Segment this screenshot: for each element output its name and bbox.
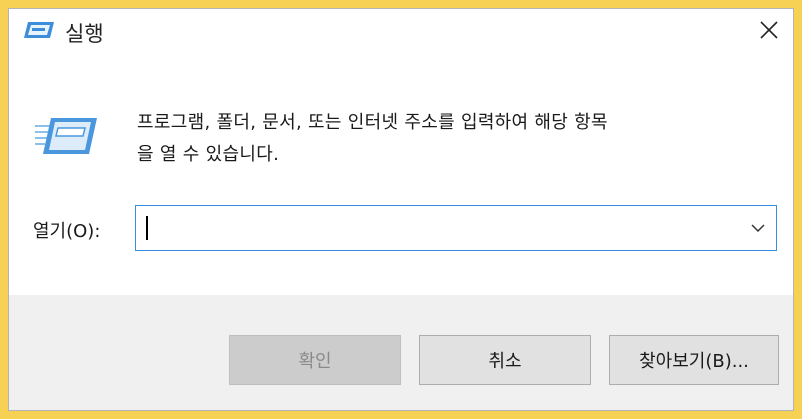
description-line-2: 을 열 수 있습니다.: [137, 144, 280, 165]
chevron-down-icon: [751, 224, 765, 233]
title-bar[interactable]: 실행: [9, 9, 793, 53]
run-dialog: 실행 프로그램, 폴더, 문서, 또는 인터넷 주소를 입력하여 해당 항목 을…: [8, 8, 794, 411]
cancel-button[interactable]: 취소: [419, 335, 591, 385]
dropdown-button[interactable]: [744, 214, 772, 242]
description-text: 프로그램, 폴더, 문서, 또는 인터넷 주소를 입력하여 해당 항목 을 열 …: [137, 107, 785, 171]
close-icon: [760, 21, 778, 39]
close-button[interactable]: [749, 13, 789, 47]
browse-button[interactable]: 찾아보기(B)...: [609, 335, 779, 385]
window-title: 실행: [65, 22, 104, 46]
run-dialog-icon: [24, 22, 54, 38]
open-label: 열기(O):: [33, 221, 101, 242]
run-app-icon: [35, 118, 97, 154]
open-input[interactable]: [142, 212, 746, 246]
description-line-1: 프로그램, 폴더, 문서, 또는 인터넷 주소를 입력하여 해당 항목: [137, 112, 608, 133]
ok-button[interactable]: 확인: [229, 335, 401, 385]
open-combobox[interactable]: [135, 205, 777, 251]
